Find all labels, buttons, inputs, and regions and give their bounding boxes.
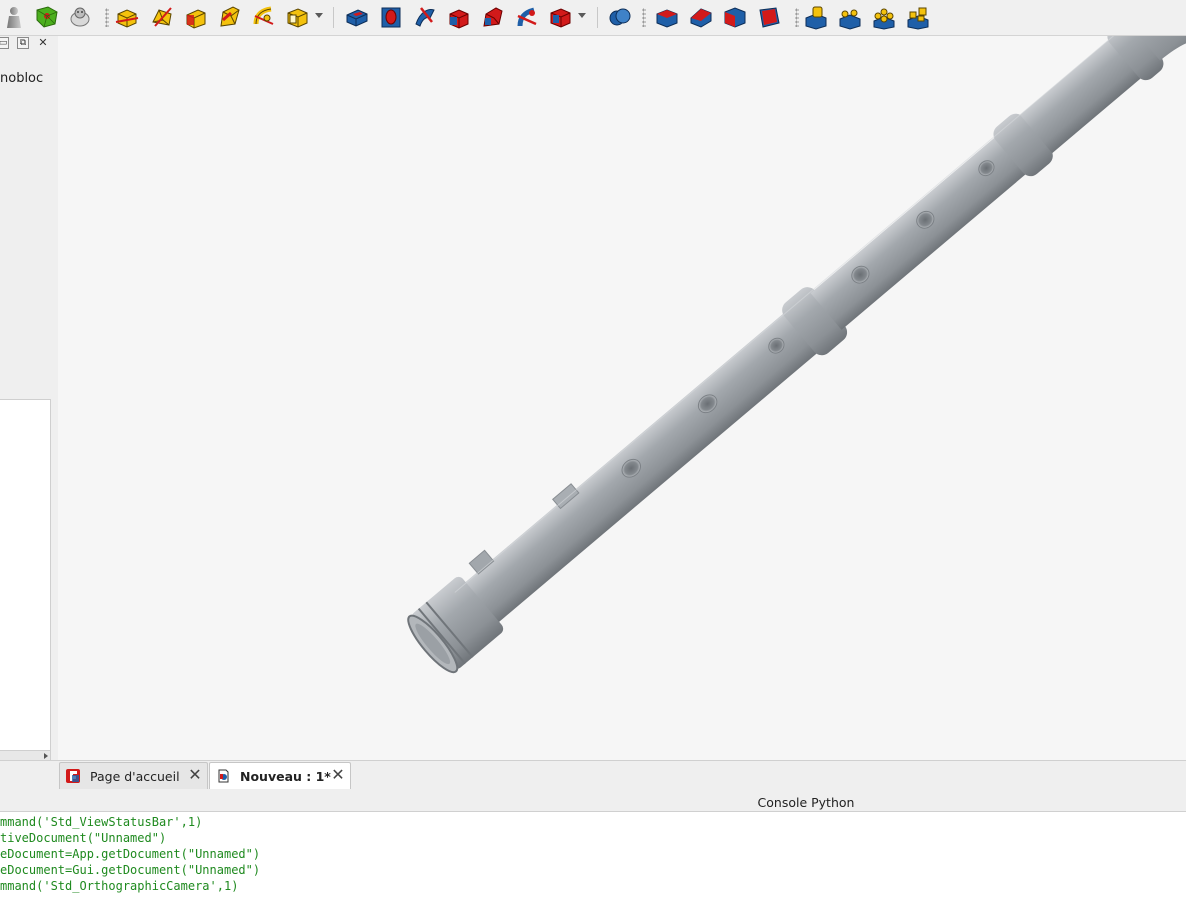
tab-label: Nouveau : 1* <box>240 769 331 784</box>
freecad-start-icon <box>66 769 80 783</box>
workbench-part-icon[interactable] <box>1 4 27 30</box>
workbench-mesh-icon[interactable] <box>34 4 60 30</box>
console-line: mmand('Std_OrthographicCamera',1) <box>0 879 239 893</box>
scroll-right-icon[interactable] <box>44 753 48 759</box>
part-revolve-icon[interactable] <box>217 4 243 30</box>
part-box-icon[interactable] <box>114 4 140 30</box>
measure-1-icon[interactable] <box>803 4 829 30</box>
partdesign-hole-icon[interactable] <box>446 4 472 30</box>
panel-dock-icon[interactable]: ▭ <box>0 37 9 49</box>
measure-3-icon[interactable] <box>871 4 897 30</box>
tab-start-page[interactable]: Page d'accueil ✕ <box>59 762 208 789</box>
chevron-down-icon[interactable] <box>578 13 586 18</box>
part-mirror-icon[interactable] <box>251 4 277 30</box>
python-console[interactable]: mmand('Std_ViewStatusBar',1) tiveDocumen… <box>0 812 1186 897</box>
measure-4-icon[interactable] <box>905 4 931 30</box>
console-line: mmand('Std_ViewStatusBar',1) <box>0 815 203 829</box>
boolean-icon[interactable] <box>607 4 633 30</box>
part-extrude-icon[interactable] <box>183 4 209 30</box>
3d-viewport[interactable] <box>58 36 1186 760</box>
partdesign-pad-icon[interactable] <box>344 4 370 30</box>
view-right-icon[interactable] <box>722 4 748 30</box>
partdesign-revolution-icon[interactable] <box>412 4 438 30</box>
panel-close-icon[interactable]: ✕ <box>37 37 49 49</box>
partdesign-groove-icon[interactable] <box>480 4 506 30</box>
recorder-model[interactable] <box>58 36 1186 760</box>
workbench-sheep-icon[interactable] <box>67 4 93 30</box>
tree-item-label[interactable]: nobloc <box>0 71 43 86</box>
partdesign-loft-icon[interactable] <box>514 4 540 30</box>
partdesign-pocket-icon[interactable] <box>378 4 404 30</box>
console-line: eDocument=App.getDocument("Unnamed") <box>0 847 261 861</box>
document-tab-bar: Page d'accueil ✕ Nouveau : 1* ✕ <box>0 760 1186 791</box>
panel-controls: ▭ ⧉ ✕ <box>0 37 56 51</box>
console-line: eDocument=Gui.getDocument("Unnamed") <box>0 863 261 877</box>
view-top-icon[interactable] <box>688 4 714 30</box>
console-line: tiveDocument("Unnamed") <box>0 831 167 845</box>
partdesign-subtractive-icon[interactable] <box>548 4 574 30</box>
measure-2-icon[interactable] <box>837 4 863 30</box>
close-icon[interactable]: ✕ <box>330 767 346 783</box>
tab-label: Page d'accueil <box>90 769 180 784</box>
freecad-document-icon <box>218 769 229 783</box>
main-toolbar <box>0 0 1186 36</box>
tab-document[interactable]: Nouveau : 1* ✕ <box>209 762 351 789</box>
console-title: Console Python <box>757 795 855 810</box>
part-fillet-icon[interactable] <box>285 4 311 30</box>
console-title-bar: Console Python <box>0 791 1186 812</box>
combo-view-panel: ▭ ⧉ ✕ nobloc s <box>0 36 56 787</box>
view-rear-icon[interactable] <box>756 4 782 30</box>
part-wedge-icon[interactable] <box>149 4 175 30</box>
chevron-down-icon[interactable] <box>315 13 323 18</box>
view-front-icon[interactable] <box>654 4 680 30</box>
close-icon[interactable]: ✕ <box>187 767 203 783</box>
panel-float-icon[interactable]: ⧉ <box>17 37 29 49</box>
property-view[interactable] <box>0 399 51 751</box>
